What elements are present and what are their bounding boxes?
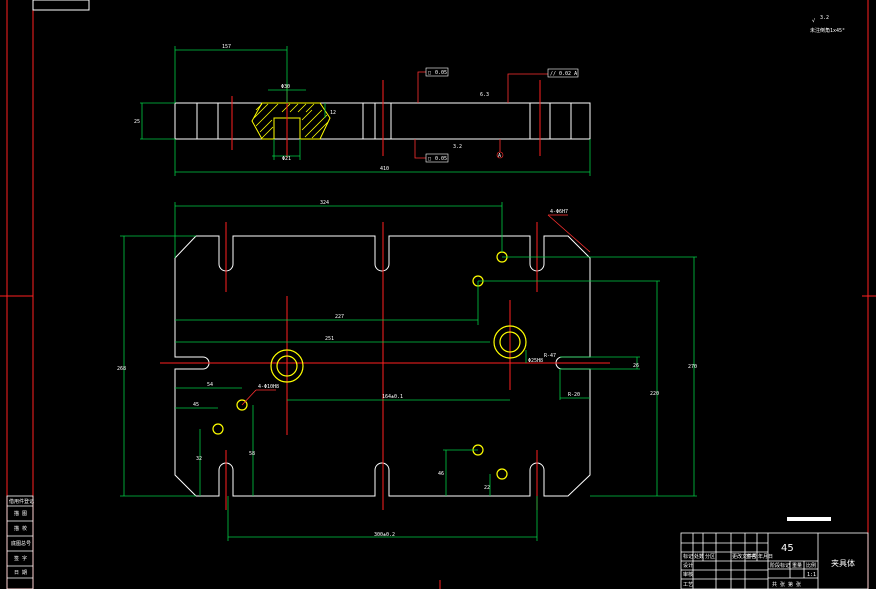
grid-label-4: 签名 [746,553,756,560]
roughness-value: 3.2 [820,15,829,21]
roughness-symbol: √ [812,18,815,24]
front-view-tolerances: 0.05 □ // 0.02 A □ 0.05 6.3 3.2 A [414,67,579,163]
front-view-dimensions: 157 Φ30 12 25 Φ21 410 [134,44,591,176]
title-block: 标记 处数 分区 更改文件号 签名 年月日 设计 审核 工艺 阶段标记 重量 比… [680,517,869,589]
grid-label-0: 标记 [683,553,693,560]
dim-counterbore-top: Φ30 [281,84,290,90]
dim-overall-length: 410 [380,166,389,172]
part-name: 夹具体 [831,558,855,568]
tol-flatness-bottom: 0.05 [435,156,447,162]
dim-height-left: 268 [117,366,126,372]
left-side-table: 借用件登记 描 图 描 校 底图总号 签 字 日 期 [6,495,34,589]
surface-finish-bottom: 3.2 [453,144,462,150]
dim-counterbore-bottom: Φ21 [282,156,291,162]
plan-view-holes [212,251,527,480]
pin-hole-6 [496,468,508,480]
left-row-1: 描 图 [14,510,27,517]
dim-45: 45 [193,402,199,408]
row-label-2: 工艺 [683,582,693,588]
stage-label-1: 重量 [792,562,802,569]
grid-label-5: 年月日 [758,553,773,560]
front-view: 157 Φ30 12 25 Φ21 410 0.05 □ // 0.02 A □… [134,44,591,176]
plan-view-dimensions: 324 4-Φ6H7 268 227 251 Φ25H8 R-47 164±0.… [117,200,697,541]
cad-drawing-canvas: √ 3.2 未注倒角1x45° 157 Φ30 12 25 Φ21 410 0.… [0,0,876,589]
material-label: 45 [781,543,794,554]
left-row-0: 借用件登记 [9,498,34,505]
dim-58: 58 [249,451,255,457]
svg-text:□: □ [428,156,431,162]
dim-46: 46 [438,471,444,477]
dim-slot-radius: R-47 [544,353,556,359]
dim-slot-vertical: Φ25H8 [528,358,543,364]
dim-227: 227 [335,314,344,320]
left-row-3: 底图总号 [11,540,31,547]
counterbore-section [251,102,331,140]
dim-counterbore-depth: 12 [330,110,336,116]
dim-bottom-width: 300±0.2 [374,532,395,538]
grid-label-2: 分区 [705,553,715,560]
row-label-0: 设计 [683,562,693,569]
dim-54: 54 [207,382,213,388]
dim-slot-width: 26 [633,363,639,369]
plan-view: 324 4-Φ6H7 268 227 251 Φ25H8 R-47 164±0.… [117,200,697,541]
grid-label-1: 处数 [694,553,704,560]
left-row-4: 签 字 [14,555,27,562]
title-block-bar [787,517,831,521]
sheet-info: 共 张 第 张 [772,581,801,588]
dim-32: 32 [196,456,202,462]
row-label-1: 审核 [683,571,693,578]
dim-hole-left: 4-Φ10H8 [258,384,279,390]
left-row-2: 描 校 [14,525,27,532]
dim-thickness: 25 [134,119,140,125]
surface-finish-top: 6.3 [480,92,489,98]
drawing-frame [0,0,876,589]
stage-label-2: 比例 [806,562,816,569]
datum-label: A [498,153,501,159]
chamfer-note: 未注倒角1x45° [810,27,845,34]
dim-hole-top-right: 4-Φ6H7 [550,209,568,215]
dim-251: 251 [325,336,334,342]
left-row-5: 日 期 [14,570,27,576]
dim-220: 220 [650,391,659,397]
dim-22: 22 [484,485,490,491]
dim-r20: R-20 [568,392,580,398]
tol-parallel: // 0.02 A [550,71,577,77]
scale-value: 1:1 [807,572,816,578]
dim-center-distance: 164±0.1 [382,394,403,400]
dim-270: 270 [688,364,697,370]
tol-flatness-top: 0.05 [435,70,447,76]
dim-top-width: 324 [320,200,329,206]
pin-hole-4 [212,423,224,435]
dim-top-left: 157 [222,44,231,50]
stage-label-0: 阶段标记 [770,562,790,569]
general-notes: √ 3.2 未注倒角1x45° [810,15,845,34]
svg-text:□: □ [428,70,431,76]
